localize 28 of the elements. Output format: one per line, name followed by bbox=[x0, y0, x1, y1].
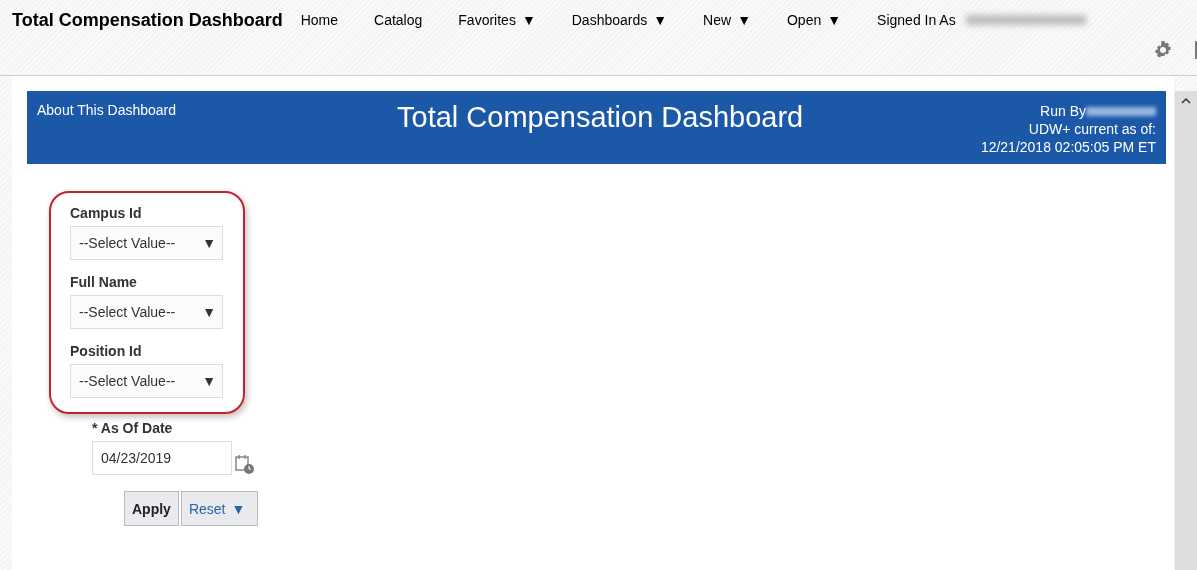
timestamp: 12/21/2018 02:05:05 PM ET bbox=[980, 138, 1156, 156]
prompt-label: Position Id bbox=[70, 343, 143, 359]
select-dropdown[interactable]: --Select Value-- ▼ bbox=[70, 364, 223, 398]
prompt-label: Campus Id bbox=[70, 205, 143, 221]
menu-item[interactable]: Catalog bbox=[374, 12, 423, 28]
date-field[interactable]: 04/23/2019 bbox=[92, 441, 232, 475]
menu-item[interactable]: Open ▼ bbox=[787, 12, 842, 28]
prompt-label: Full Name bbox=[70, 274, 138, 290]
menu-item[interactable]: Favorites ▼ bbox=[458, 12, 536, 28]
dashboard-title: Total Compensation Dashboard bbox=[397, 101, 805, 134]
scrollbar[interactable] bbox=[1174, 91, 1197, 570]
about-link[interactable]: About This Dashboard bbox=[37, 102, 397, 118]
signed-in-label: Signed In As bbox=[877, 12, 956, 28]
current-as-of-label: UDW+ current as of: bbox=[1028, 120, 1156, 138]
reset-button[interactable]: Reset ▼ bbox=[180, 491, 259, 526]
menu-item[interactable]: Home bbox=[300, 12, 339, 28]
prompt-label: * As Of Date bbox=[92, 420, 174, 436]
redacted-name bbox=[1086, 106, 1156, 116]
select-dropdown[interactable]: --Select Value-- ▼ bbox=[70, 295, 223, 329]
apply-button[interactable]: Apply bbox=[124, 491, 179, 526]
run-by-label: Run By bbox=[1040, 102, 1086, 120]
settings-icon[interactable] bbox=[1153, 40, 1173, 60]
menu-item[interactable]: New ▼ bbox=[703, 12, 751, 28]
scroll-up-icon[interactable] bbox=[1181, 97, 1191, 105]
app-title: Total Compensation Dashboard bbox=[12, 9, 283, 31]
select-dropdown[interactable]: --Select Value-- ▼ bbox=[70, 226, 223, 260]
calendar-icon[interactable] bbox=[234, 453, 256, 475]
menu-item[interactable]: Dashboards ▼ bbox=[571, 12, 668, 28]
